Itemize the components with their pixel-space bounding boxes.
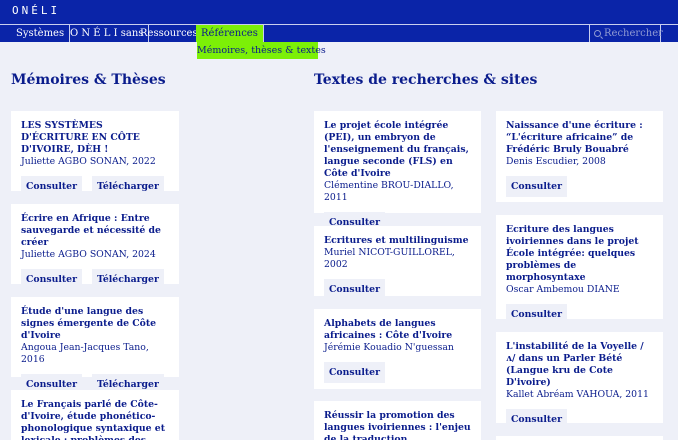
- memoire-card: LES SYSTÈMES D'ÉCRITURE EN CÔTE D'IVOIRE…: [11, 111, 179, 197]
- card-author: Kallet Abréam VAHOUA, 2011: [506, 389, 649, 400]
- memoire-card: Étude d'une langue des signes émergente …: [11, 297, 179, 395]
- texte-card: Alphabets de langues africaines : Côte d…: [314, 309, 481, 389]
- top-bar: ONÉLI: [0, 0, 678, 24]
- consult-button[interactable]: Consulter: [21, 269, 82, 290]
- card-author: Juliette AGBO SONAN, 2024: [21, 249, 156, 260]
- consult-button[interactable]: Consulter: [21, 176, 82, 197]
- download-button[interactable]: Télécharger: [92, 269, 164, 290]
- card-author: Oscar Ambemou DIANE: [506, 284, 620, 295]
- card-title[interactable]: Écrire en Afrique : Entre sauvegarde et …: [21, 213, 169, 249]
- section-title-textes: Textes de recherches & sites: [314, 72, 538, 88]
- memoire-card: Le Français parlé de Côte-d'Ivoire, étud…: [11, 390, 179, 440]
- card-title[interactable]: Naissance d'une écriture : “L'écriture a…: [506, 120, 653, 156]
- nav-item-references[interactable]: Références: [196, 25, 264, 42]
- brand-logo[interactable]: ONÉLI: [12, 4, 60, 17]
- card-author: Denis Escudier, 2008: [506, 156, 606, 167]
- texte-card: L'instabilité de la Voyelle /ʌ/ dans un …: [496, 332, 663, 430]
- search-placeholder: Rechercher: [604, 28, 663, 39]
- nav-item-ressources[interactable]: Ressources: [135, 25, 204, 42]
- texte-card: Ecritures et multilinguisme Muriel NICOT…: [314, 226, 481, 300]
- card-title[interactable]: LES SYSTÈMES D'ÉCRITURE EN CÔTE D'IVOIRE…: [21, 120, 169, 156]
- consult-button[interactable]: Consulter: [506, 176, 567, 197]
- card-author: Muriel NICOT-GUILLOREL, 2002: [324, 247, 455, 270]
- card-title[interactable]: Étude d'une langue des signes émergente …: [21, 306, 169, 342]
- card-author: Angoua Jean-Jacques Tano, 2016: [21, 342, 149, 365]
- consult-button[interactable]: Consulter: [324, 362, 385, 383]
- consult-button[interactable]: Consulter: [506, 409, 567, 430]
- card-author: Clémentine BROU-DIALLO, 2011: [324, 180, 454, 203]
- card-title[interactable]: Alphabets de langues africaines : Côte d…: [324, 318, 471, 342]
- nav-item-systemes[interactable]: Systèmes: [11, 25, 71, 42]
- consult-button[interactable]: Consulter: [324, 279, 385, 300]
- card-author: Jérémie Kouadio N'guessan: [324, 342, 454, 353]
- download-button[interactable]: Télécharger: [92, 176, 164, 197]
- texte-card: Le projet école intégrée (PEI), un embry…: [314, 111, 481, 233]
- main-nav: Systèmes O N É L I sans Ressources Référ…: [0, 24, 678, 42]
- card-title[interactable]: Le Français parlé de Côte-d'Ivoire, étud…: [21, 399, 169, 440]
- texte-card: Ecriture des langues ivoiriennes dans le…: [496, 215, 663, 325]
- texte-card: Naissance d'une écriture : “L'écriture a…: [496, 111, 663, 202]
- search-icon: [594, 30, 601, 37]
- texte-card: Réussir la promotion des langues ivoirie…: [314, 401, 481, 440]
- submenu-item-memoires[interactable]: Mémoires, thèses & textes: [197, 42, 326, 59]
- consult-button[interactable]: Consulter: [506, 304, 567, 325]
- card-author: Juliette AGBO SONAN, 2022: [21, 156, 156, 167]
- memoire-card: Écrire en Afrique : Entre sauvegarde et …: [11, 204, 179, 290]
- card-title[interactable]: Réussir la promotion des langues ivoirie…: [324, 410, 471, 440]
- search-box[interactable]: Rechercher: [589, 25, 663, 42]
- texte-card: [496, 436, 663, 440]
- card-title[interactable]: L'instabilité de la Voyelle /ʌ/ dans un …: [506, 341, 653, 389]
- card-title[interactable]: Le projet école intégrée (PEI), un embry…: [324, 120, 471, 180]
- card-title[interactable]: Ecriture des langues ivoiriennes dans le…: [506, 224, 653, 284]
- card-title[interactable]: Ecritures et multilinguisme: [324, 235, 471, 247]
- section-title-memoires: Mémoires & Thèses: [11, 72, 166, 88]
